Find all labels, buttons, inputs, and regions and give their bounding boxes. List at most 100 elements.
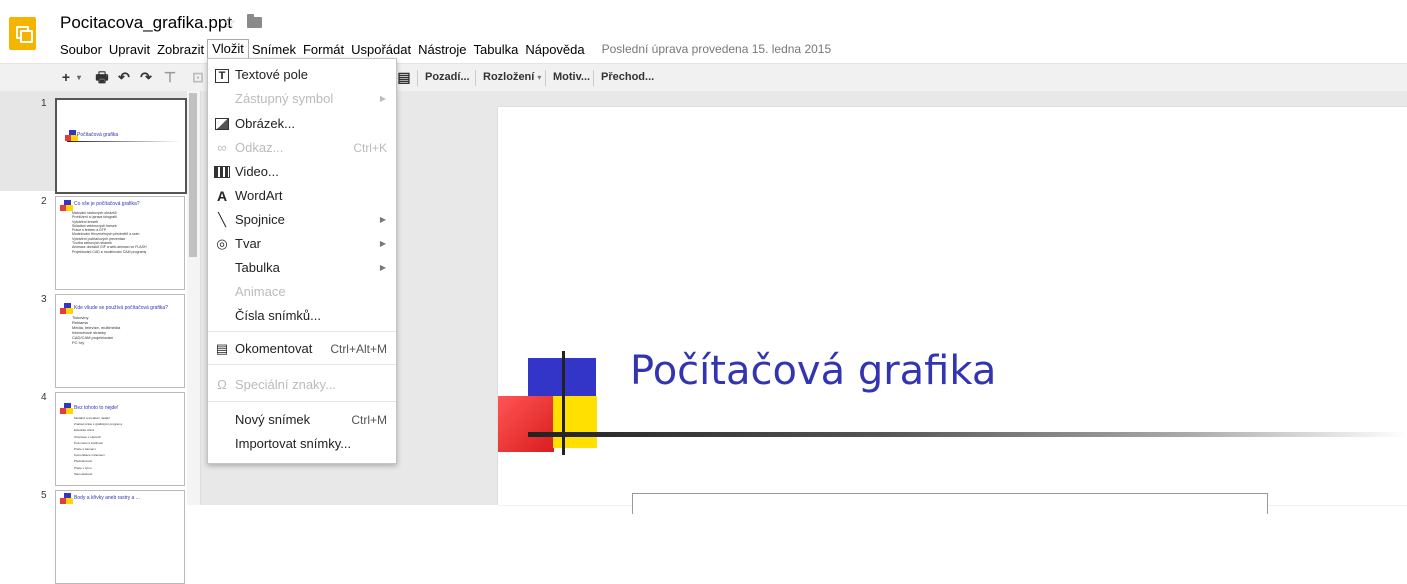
menu-item-image[interactable]: Obrázek... [208,112,396,136]
slide-thumbnail-5[interactable]: Body a křivky aneb rastry a ... [55,490,185,584]
menu-item-label: Video... [235,164,279,179]
logo-red-square [498,396,554,452]
menu-item-comment[interactable]: ▤ Okomentovat Ctrl+Alt+M [208,337,396,361]
slide-title[interactable]: Počítačová grafika [630,348,996,394]
insert-menu-dropdown: T Textové pole Zástupný symbol ▶ Obrázek… [207,58,397,464]
menu-tools[interactable]: Nástroje [418,42,471,57]
logo-icon [60,403,74,415]
filmstrip-scroll-thumb[interactable] [189,93,197,257]
menu-item-new-slide[interactable]: Nový snímek Ctrl+M [208,408,396,432]
menu-item-shortcut: Ctrl+Alt+M [330,342,387,356]
menu-view[interactable]: Zobrazit [157,42,209,57]
menu-format[interactable]: Formát [303,42,349,57]
video-icon [214,160,230,186]
submenu-arrow-icon: ▶ [379,215,386,224]
menu-edit[interactable]: Upravit [109,42,155,57]
menu-file[interactable]: Soubor [60,42,107,57]
menu-help[interactable]: Nápověda [525,42,589,57]
slides-app-logo-icon[interactable] [9,17,36,50]
undo-icon[interactable]: ↶ [114,68,134,87]
last-edit-status[interactable]: Poslední úprava provedena 15. ledna 2015 [602,42,832,56]
menu-slide[interactable]: Snímek [252,42,301,57]
menu-arrange[interactable]: Uspořádat [351,42,416,57]
thumb-bullet: Samostatnost [74,471,93,476]
menu-item-import-slides[interactable]: Importovat snímky... [208,432,396,456]
thumb-title: Bez tohoto to nejde! [74,405,119,411]
logo-icon [60,493,74,505]
subtitle-placeholder[interactable] [632,493,1268,514]
menu-item-label: Obrázek... [235,116,295,131]
menu-item-placeholder[interactable]: Zástupný symbol ▶ [208,87,396,111]
comment-toolbar-icon[interactable]: ▤ [394,68,414,87]
slide-thumbnail-3[interactable]: Kde všude se používá počítačová grafika?… [55,294,185,388]
thumb-divider [67,141,181,142]
slide-number: 3 [41,294,47,305]
menu-item-label: WordArt [235,188,283,203]
menu-item-label: Speciální znaky... [235,377,336,392]
line-icon: ╲ [218,212,226,227]
thumb-bullets: Mediální a kreativní nadání Znalost prác… [74,415,122,477]
menu-item-special-characters[interactable]: Ω Speciální znaky... [208,373,396,397]
slide-thumbnail-2[interactable]: Co vše je počítačová grafika? Malování r… [55,196,185,290]
menu-item-line[interactable]: ╲ Spojnice ▶ [208,208,396,232]
menu-item-link[interactable]: ∞ Odkaz... Ctrl+K [208,136,396,160]
zoom-icon[interactable]: ⊡ [188,68,208,87]
comment-icon: ▤ [215,341,229,356]
thumb-title: Body a křivky aneb rastry a ... [74,495,140,501]
new-slide-icon[interactable]: + [56,68,76,87]
menu-item-animation[interactable]: Animace [208,280,396,304]
menu-item-label: Animace [235,284,286,299]
menu-item-video[interactable]: Video... [208,160,396,184]
logo-yellow-square [553,396,597,448]
menu-item-shortcut: Ctrl+K [353,141,387,155]
chevron-down-icon: ▾ [537,73,542,82]
menu-item-label: Tvar [235,236,261,251]
menu-insert[interactable]: Vložit [207,38,249,60]
submenu-arrow-icon: ▶ [379,263,386,272]
toolbar-separator [545,70,546,86]
menu-item-slide-numbers[interactable]: Čísla snímků... [208,304,396,328]
wordart-icon: A [216,188,228,204]
slide-number: 2 [41,196,47,207]
current-slide[interactable] [498,107,1407,505]
slide-thumbnail-4[interactable]: Bez tohoto to nejde! Mediální a kreativn… [55,392,185,486]
menu-separator [208,331,396,332]
menu-item-label: Spojnice [235,212,285,227]
menu-item-shortcut: Ctrl+M [351,413,387,427]
toolbar-separator [593,70,594,86]
slide-number: 5 [41,490,47,501]
image-icon [214,112,230,138]
toolbar-separator [475,70,476,86]
menubar: Soubor Upravit Zobrazit Vložit Snímek Fo… [60,38,832,60]
menu-separator [208,364,396,365]
background-button[interactable]: Pozadí... [425,67,470,88]
document-title[interactable]: Pocitacova_grafika.ppt [60,13,232,33]
menu-separator [208,401,396,402]
transition-button[interactable]: Přechod... [601,67,654,88]
folder-icon[interactable] [247,14,262,28]
menu-item-label: Textové pole [235,67,308,82]
submenu-arrow-icon: ▶ [379,239,386,248]
menu-item-label: Čísla snímků... [235,308,321,323]
menu-item-label: Tabulka [235,260,280,275]
menu-item-shape[interactable]: ◎ Tvar ▶ [208,232,396,256]
star-icon[interactable]: ☆ [222,13,236,33]
submenu-arrow-icon: ▶ [379,94,386,103]
layout-button[interactable]: Rozložení ▾ [483,67,541,88]
paint-format-icon[interactable]: ⊤ [160,68,180,87]
thumb-bullets: Malování rastrových obrázků Prohlížení a… [72,211,147,254]
slide-thumbnail-1[interactable]: Počítačová grafika [55,98,187,194]
menu-item-text-box[interactable]: T Textové pole [208,63,396,87]
menu-item-label: Odkaz... [235,140,284,155]
print-icon[interactable]: 🖶 [92,68,112,87]
redo-icon[interactable]: ↷ [136,68,156,87]
link-icon: ∞ [217,140,227,155]
menu-item-wordart[interactable]: A WordArt [208,184,396,208]
omega-icon: Ω [217,377,227,392]
menu-item-label: Zástupný symbol [235,91,334,106]
theme-button[interactable]: Motiv... [553,67,590,88]
thumb-bullet: PC hry [72,340,85,345]
menu-table[interactable]: Tabulka [474,42,524,57]
new-slide-dropdown-icon[interactable]: ▾ [74,68,84,87]
menu-item-table[interactable]: Tabulka ▶ [208,256,396,280]
